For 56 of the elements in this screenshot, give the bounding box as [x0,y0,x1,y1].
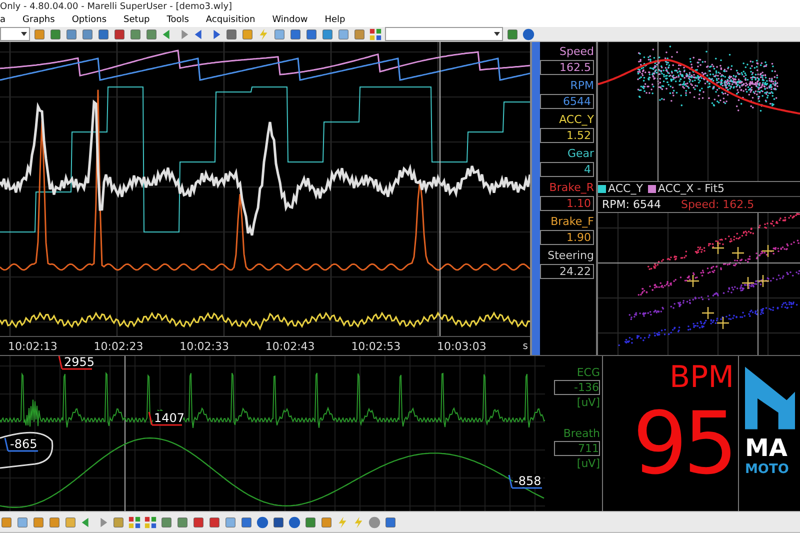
logo-text: MA [745,434,788,462]
legend-label: ACC_Y [608,182,643,196]
marker-label: -858 [514,474,542,488]
tiles-icon[interactable] [369,28,382,40]
bpm-value: 95 [632,396,735,492]
channel-name: Steering [548,249,594,262]
channel-unit: [uV] [576,396,600,409]
time-unit: s [522,340,529,352]
channel-name: ECG [576,366,600,379]
time-label: 10:02:23 [94,340,144,353]
time-label: 10:02:33 [180,340,230,353]
channel-value: 4 [540,162,594,177]
channel-value: -136 [554,380,600,395]
marker-label: 1407 [154,411,185,425]
tiles-icon[interactable] [144,516,157,528]
channel-name: RPM [570,79,594,92]
speed-readout: Speed: 162.5 [680,198,754,211]
time-label: 10:03:03 [436,340,487,353]
menu-item[interactable]: a [0,14,6,27]
dropdown[interactable] [0,27,30,41]
menu-item[interactable]: Window [272,14,308,27]
marker-label: -865 [10,437,38,451]
channel-value: 6544 [540,94,594,109]
menu-item[interactable]: Graphs [22,14,55,27]
menu-item[interactable]: Setup [124,14,150,27]
channel-name: Gear [567,147,594,160]
channel-name: ACC_Y [559,113,594,126]
menu-item[interactable]: Options [72,14,107,27]
menu-item[interactable]: Tools [166,14,189,27]
channel-value: 1.10 [540,196,594,211]
menu-item[interactable]: Acquisition [206,14,256,27]
channel-value: 24.22 [540,264,594,279]
channel-value: 1.52 [540,128,594,143]
channel-value: 1.90 [540,230,594,245]
rpm-readout: RPM: 6544 [602,198,661,211]
channel-name: Speed [560,45,594,58]
channel-value: 162.5 [540,60,594,75]
time-label: 10:02:13 [8,340,58,353]
time-label: 10:02:53 [351,340,401,353]
channel-name: Brake_F [550,215,594,228]
window-title: Only - 4.80.04.00 - Marelli SuperUser - [demo3.wly] [0,2,232,12]
legend-label: ACC_X - Fit5 [658,182,725,196]
channel-name: Breath [563,427,600,440]
channel-value: 711 [554,441,600,456]
channel-name: Brake_R [549,181,594,194]
tiles-icon[interactable] [128,516,141,528]
menu-item[interactable]: Help [324,14,346,27]
loop-drawing [0,432,54,469]
scrollbar[interactable] [530,42,540,355]
marker-label: 2955 [64,356,95,369]
bpm-label: BPM [669,360,735,396]
time-label: 10:02:43 [265,340,316,353]
caret-icon [21,32,27,36]
caret-icon [494,32,500,36]
logo-subtext: MOTO [745,462,789,478]
channel-unit: [uV] [576,457,600,470]
